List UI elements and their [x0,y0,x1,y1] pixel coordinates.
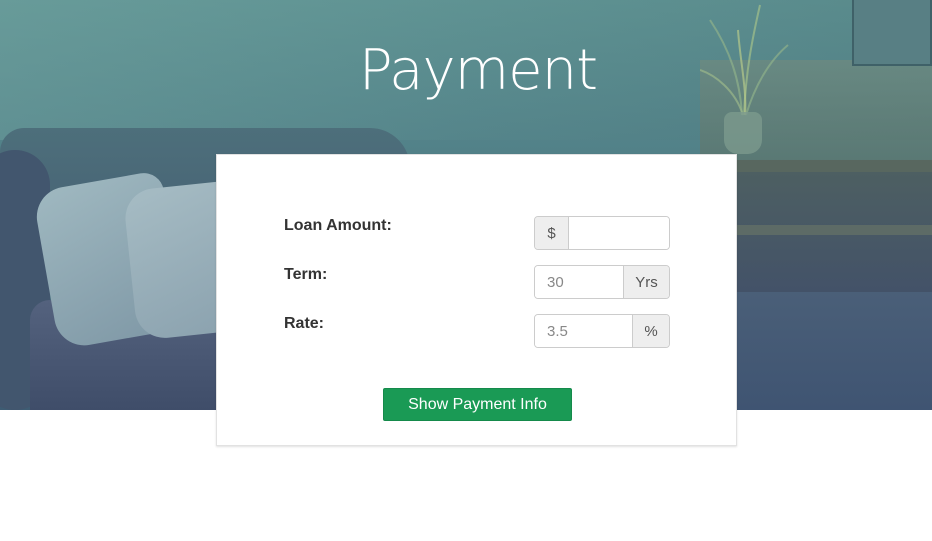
years-suffix: Yrs [623,266,669,298]
term-label: Term: [284,266,328,283]
loan-amount-input[interactable] [569,217,669,249]
show-payment-info-button[interactable]: Show Payment Info [383,388,572,421]
rate-input[interactable] [535,315,632,347]
loan-amount-row: Loan Amount: $ [217,216,736,250]
loan-amount-group: $ [534,216,670,250]
term-group: Yrs [534,265,670,299]
plant-pot [724,112,762,154]
rate-row: Rate: % [217,314,736,348]
shelf-top [737,160,932,172]
dollar-prefix: $ [535,217,569,249]
term-input[interactable] [535,266,623,298]
term-row: Term: Yrs [217,265,736,299]
payment-form-card: Loan Amount: $ Term: Yrs Rate: % Show Pa… [216,154,737,446]
page-title: Payment [358,38,598,103]
shelf-middle [737,225,932,235]
percent-suffix: % [632,315,669,347]
loan-amount-label: Loan Amount: [284,217,392,234]
rate-group: % [534,314,670,348]
rate-label: Rate: [284,315,325,332]
floor [737,292,932,410]
